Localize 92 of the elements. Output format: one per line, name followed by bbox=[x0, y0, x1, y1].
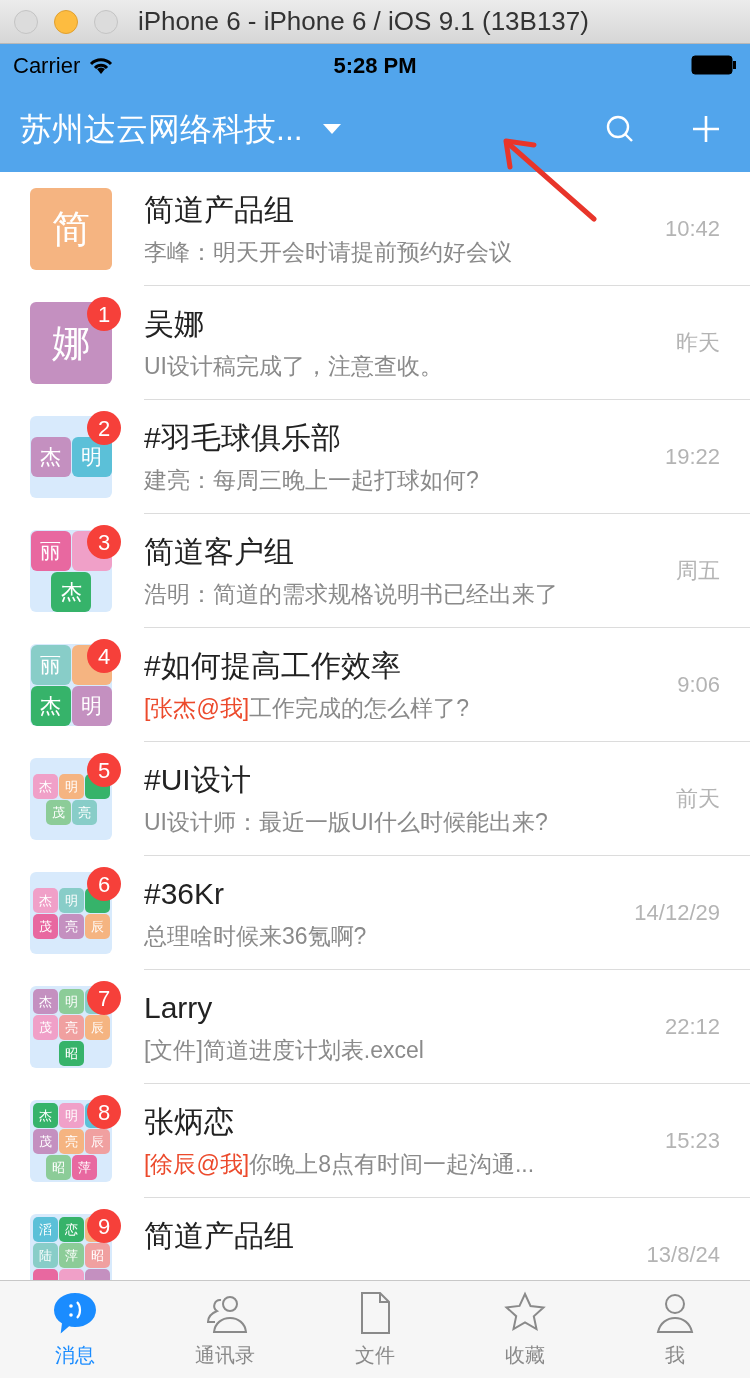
conversation-row[interactable]: 杰 明 茂 亮 5 #UI设计 UI设计师：最近一版UI什么时候能出来? 前天 bbox=[0, 742, 750, 856]
message-time: 昨天 bbox=[676, 329, 720, 357]
message-time: 22:12 bbox=[664, 1013, 720, 1041]
avatar-tile: 丽 bbox=[30, 530, 71, 571]
message-preview: 总理啥时候来36氪啊? bbox=[144, 921, 368, 950]
message-preview: [文件]简道进度计划表.excel bbox=[144, 1035, 425, 1064]
message-preview: UI设计师：最近一版UI什么时候能出来? bbox=[144, 807, 549, 836]
avatar-tile: 亮 bbox=[58, 1014, 84, 1040]
unread-badge: 7 bbox=[87, 981, 121, 1015]
unread-badge: 3 bbox=[87, 525, 121, 559]
message-time: 13/8/24 bbox=[646, 1241, 720, 1269]
conversation-name: 张炳恋 bbox=[144, 1103, 235, 1140]
avatar-tile: 亮 bbox=[71, 799, 97, 825]
add-icon[interactable] bbox=[692, 115, 720, 143]
conversation-row[interactable]: 简 简道产品组 李峰：明天开会时请提前预约好会议 10:42 bbox=[0, 172, 750, 286]
conversation-name: #羽毛球俱乐部 bbox=[144, 419, 342, 456]
avatar-tile: 杰 bbox=[32, 887, 58, 913]
avatar-tile: 昭 bbox=[58, 1040, 84, 1066]
avatar-tile: 明 bbox=[71, 685, 112, 726]
message-preview: [张杰@我]工作完成的怎么样了? bbox=[144, 693, 470, 722]
avatar-tile: 杰 bbox=[32, 1102, 58, 1128]
conversation-row[interactable]: 杰 明 茂 亮 辰 昭 7 Larry [文件]简道进度计划表.excel 22:12 bbox=[0, 970, 750, 1084]
avatar-tile: 萍 bbox=[58, 1242, 84, 1268]
avatar-tile: 杰 bbox=[32, 988, 58, 1014]
unread-badge: 4 bbox=[87, 639, 121, 673]
conversation-name: Larry bbox=[144, 989, 214, 1026]
conversation-row[interactable]: 杰 明 2 #羽毛球俱乐部 建亮：每周三晚上一起打球如何? 19:22 bbox=[0, 400, 750, 514]
avatar-tile: 杰 bbox=[32, 773, 58, 799]
unread-badge: 6 bbox=[87, 867, 121, 901]
conversation-name: 吴娜 bbox=[144, 305, 205, 342]
dropdown-caret-icon[interactable] bbox=[322, 124, 341, 134]
avatar-tile: 亮 bbox=[58, 1128, 84, 1154]
message-time: 14/12/29 bbox=[634, 899, 720, 927]
message-preview: [徐辰@我]你晚上8点有时间一起沟通... bbox=[144, 1149, 536, 1178]
avatar-tile: 杰 bbox=[30, 685, 71, 726]
message-time: 10:42 bbox=[664, 215, 720, 243]
avatar: 简 bbox=[30, 188, 112, 270]
avatar-tile: 昭 bbox=[45, 1154, 71, 1180]
avatar-tile: 杰 bbox=[30, 437, 71, 477]
message-time: 前天 bbox=[676, 785, 720, 813]
conversation-row[interactable]: 杰 明 茂 亮 辰 6 #36Kr 总理啥时候来36氪啊? 14/12/29 bbox=[0, 856, 750, 970]
conversation-row[interactable]: 娜 1 吴娜 UI设计稿完成了，注意查收。 昨天 bbox=[0, 286, 750, 400]
conversation-name: 简道产品组 bbox=[144, 191, 295, 228]
message-time: 9:06 bbox=[677, 671, 720, 699]
message-preview: UI设计稿完成了，注意查收。 bbox=[144, 351, 444, 380]
message-time: 15:23 bbox=[664, 1127, 720, 1155]
search-icon[interactable] bbox=[606, 115, 634, 143]
unread-badge: 5 bbox=[87, 753, 121, 787]
wifi-icon bbox=[88, 55, 115, 75]
conversation-row[interactable]: 丽 杰 明 4 #如何提高工作效率 [张杰@我]工作完成的怎么样了? 9:06 bbox=[0, 628, 750, 742]
unread-badge: 1 bbox=[87, 297, 121, 331]
unread-badge: 9 bbox=[87, 1209, 121, 1243]
avatar-tile: 明 bbox=[58, 1102, 84, 1128]
unread-badge: 8 bbox=[87, 1095, 121, 1129]
avatar-tile: 明 bbox=[58, 887, 84, 913]
avatar-tile: 丽 bbox=[30, 644, 71, 685]
avatar-tile: 陆 bbox=[32, 1242, 58, 1268]
message-preview: 建亮：每周三晚上一起打球如何? bbox=[144, 465, 480, 494]
status-time: 5:28 PM bbox=[333, 51, 417, 80]
conversation-name: #UI设计 bbox=[144, 761, 252, 798]
close-button[interactable] bbox=[14, 9, 38, 34]
message-preview: 李峰：明天开会时请提前预约好会议 bbox=[144, 237, 513, 266]
conversation-name: 简道客户组 bbox=[144, 533, 295, 570]
avatar-tile: 昭 bbox=[84, 1242, 110, 1268]
avatar-tile: 辰 bbox=[84, 1128, 110, 1154]
avatar-tile: 滔 bbox=[32, 1216, 58, 1242]
avatar-tile: 辰 bbox=[84, 1014, 110, 1040]
avatar-tile: 杰 bbox=[51, 571, 91, 612]
avatar-tile: 茂 bbox=[32, 913, 58, 939]
avatar-tile: 茂 bbox=[32, 1128, 58, 1154]
conversation-name: #36Kr bbox=[144, 875, 226, 912]
minimize-button[interactable] bbox=[54, 9, 78, 34]
message-time: 周五 bbox=[676, 557, 720, 585]
carrier-label: Carrier bbox=[13, 51, 81, 80]
avatar-tile: 亮 bbox=[58, 913, 84, 939]
unread-badge: 2 bbox=[87, 411, 121, 445]
zoom-button[interactable] bbox=[94, 9, 118, 34]
conversation-row[interactable]: 杰 明 茂 亮 辰 昭 萍 8 张炳恋 [徐辰@我]你晚上8点有时间一起沟通... 15:23 bbox=[0, 1084, 750, 1198]
avatar-tile: 辰 bbox=[84, 913, 110, 939]
conversation-name: #如何提高工作效率 bbox=[144, 647, 402, 684]
battery-icon bbox=[691, 55, 737, 75]
window-title: iPhone 6 - iPhone 6 / iOS 9.1 (13B137) bbox=[138, 5, 589, 38]
avatar-tile: 茂 bbox=[32, 1014, 58, 1040]
avatar-tile: 茂 bbox=[45, 799, 71, 825]
avatar-tile: 恋 bbox=[58, 1216, 84, 1242]
message-time: 19:22 bbox=[664, 443, 720, 471]
message-preview: 浩明：简道的需求规格说明书已经出来了 bbox=[144, 579, 559, 608]
avatar-tile: 明 bbox=[58, 773, 84, 799]
conversation-row[interactable]: 丽 杰 3 简道客户组 浩明：简道的需求规格说明书已经出来了 周五 bbox=[0, 514, 750, 628]
avatar-tile: 明 bbox=[58, 988, 84, 1014]
avatar-tile: 萍 bbox=[71, 1154, 97, 1180]
conversation-name: 简道产品组 bbox=[144, 1217, 295, 1254]
